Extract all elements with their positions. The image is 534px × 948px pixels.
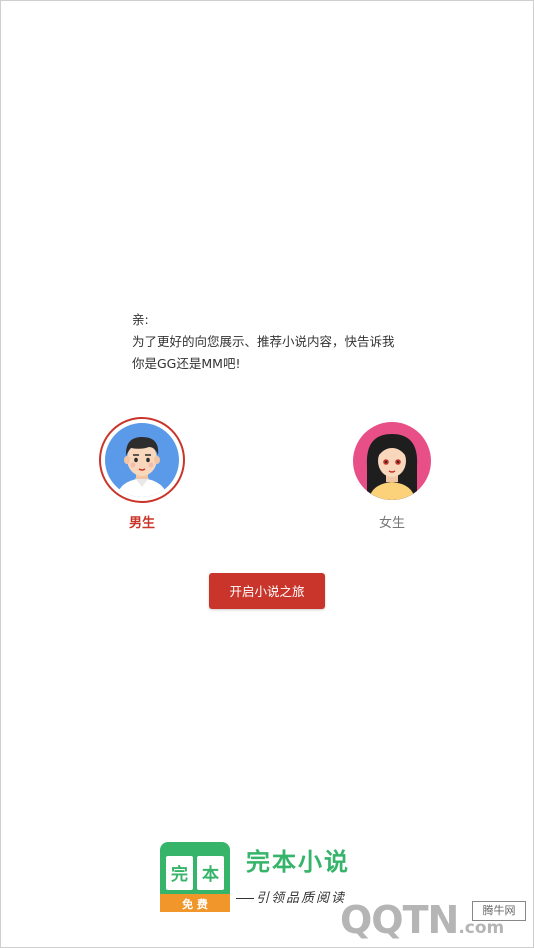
app-screen <box>0 0 534 948</box>
male-option[interactable] <box>99 417 185 503</box>
brand-slogan: 引领品质阅读 <box>236 887 346 906</box>
logo-badge-text: 免 费 <box>182 897 208 911</box>
greeting-line-3: 你是GG还是MM吧! <box>132 356 241 371</box>
female-label[interactable]: 女生 <box>352 512 432 531</box>
start-reading-button[interactable]: 开启小说之旅 <box>209 573 325 609</box>
logo-char-left: 完 <box>171 864 188 885</box>
app-logo-icon: 完 本 免 费 <box>160 842 230 912</box>
greeting-line-2: 为了更好的向您展示、推荐小说内容，快告诉我 <box>132 334 395 349</box>
female-avatar-icon <box>353 422 431 500</box>
female-option[interactable] <box>353 422 431 500</box>
greeting-line-1: 亲: <box>132 312 149 327</box>
greeting-text: 亲: 为了更好的向您展示、推荐小说内容，快告诉我 你是GG还是MM吧! <box>132 309 432 375</box>
brand-name: 完本小说 <box>246 847 350 876</box>
logo-char-right: 本 <box>202 864 219 885</box>
slogan-text: 引领品质阅读 <box>256 891 347 906</box>
male-avatar-icon <box>105 423 179 497</box>
watermark-suffix: .com <box>458 918 505 938</box>
male-label[interactable]: 男生 <box>102 512 182 531</box>
watermark-badge: 腾牛网 <box>472 901 526 921</box>
slogan-dash <box>236 898 254 899</box>
watermark-text: QQTN <box>340 898 459 942</box>
